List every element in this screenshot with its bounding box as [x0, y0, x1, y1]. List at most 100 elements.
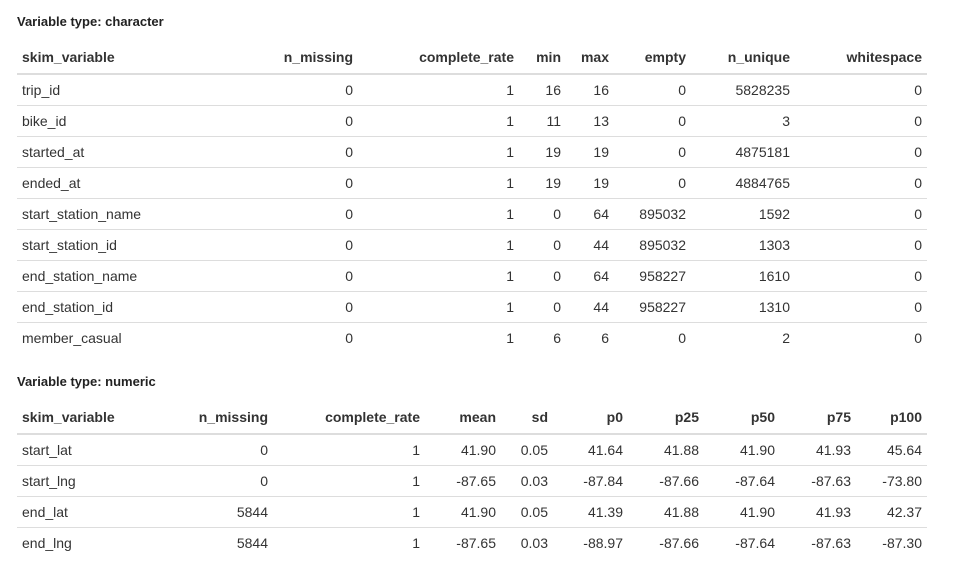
table-cell: 0	[207, 229, 358, 261]
table-cell: 0.05	[520, 442, 548, 458]
table-cell: 1610	[691, 260, 795, 292]
table-cell: 6	[519, 322, 566, 353]
table-cell: 0	[795, 136, 927, 168]
variable-name-cell: start_station_id	[17, 229, 207, 261]
table-cell: 6	[566, 322, 614, 353]
table-cell: 895032	[614, 229, 691, 261]
table-cell: 0	[519, 198, 566, 230]
table-row: bike_id 0 1 11 13 0 3 0	[17, 105, 927, 137]
column-header: p0	[553, 401, 628, 435]
table-cell: 1	[358, 260, 519, 292]
table-row: member_casual 0 1 6 6 0 2 0	[17, 322, 927, 353]
table-cell: -87.63	[780, 527, 856, 558]
table-cell: 0	[678, 82, 686, 98]
column-header: mean	[425, 401, 501, 435]
section-title-numeric: Variable type: numeric	[17, 374, 156, 389]
table-cell: 1	[273, 465, 425, 497]
column-header: p25	[628, 401, 704, 435]
table-cell: 0	[795, 198, 927, 230]
table-cell: 0	[207, 105, 358, 137]
table-cell: 1310	[691, 291, 795, 323]
table-cell: 0	[795, 105, 927, 137]
table-cell: 64	[566, 198, 614, 230]
table-cell: 64	[566, 260, 614, 292]
table-cell: 41.64	[587, 442, 623, 458]
table-cell: 41.90	[460, 442, 496, 458]
variable-name-cell: ended_at	[17, 167, 207, 199]
table-cell: 41.39	[553, 496, 628, 528]
table-row: start_station_name 0 1 0 64 895032 1592 0	[17, 198, 927, 230]
table-cell: 895032	[614, 198, 691, 230]
table-cell: 0	[519, 229, 566, 261]
table-cell: 5828235	[735, 82, 790, 98]
table-cell: 41.90	[739, 442, 775, 458]
table-cell: 1	[358, 229, 519, 261]
table-cell: 0	[795, 167, 927, 199]
character-skim-table: skim_variable n_missing complete_rate mi…	[17, 41, 927, 353]
table-cell: -87.66	[628, 527, 704, 558]
table-cell: -87.63	[780, 465, 856, 497]
table-cell: 41.88	[628, 496, 704, 528]
table-cell: 5844	[132, 496, 273, 528]
table-cell: 19	[519, 167, 566, 199]
table-cell: 958227	[614, 291, 691, 323]
table-cell: 16	[545, 82, 561, 98]
table-cell: 0.05	[501, 496, 553, 528]
table-cell: 0	[795, 229, 927, 261]
table-cell: 0	[207, 167, 358, 199]
table-row: start_lng 0 1 -87.65 0.03 -87.84 -87.66 -87.64-…	[17, 465, 927, 497]
variable-name-cell: bike_id	[17, 105, 207, 137]
table-row: start_lat 0 1 41.90 0.05 41.64 41.88 41.90 41.93…	[17, 434, 927, 466]
variable-name-cell: end_lat	[17, 496, 132, 528]
table-cell: -87.64	[704, 465, 780, 497]
table-row: started_at 0 1 19 19 0 4875181 0	[17, 136, 927, 168]
table-cell: 0	[519, 291, 566, 323]
table-cell: 0	[207, 198, 358, 230]
column-header: p50	[704, 401, 780, 435]
table-cell: -87.84	[553, 465, 628, 497]
table-cell: 5844	[132, 527, 273, 558]
variable-name-cell: end_station_id	[17, 291, 207, 323]
variable-name-cell: start_lat	[22, 442, 72, 458]
table-cell: 41.93	[780, 496, 856, 528]
table-cell: 16	[593, 82, 609, 98]
variable-name-cell: start_lng	[17, 465, 132, 497]
table-cell: 0	[614, 105, 691, 137]
table-cell: 19	[566, 136, 614, 168]
table-cell: 0	[207, 136, 358, 168]
table-cell: 0	[207, 260, 358, 292]
table-cell: 1	[273, 496, 425, 528]
column-header: whitespace	[795, 41, 927, 75]
section-title-character: Variable type: character	[17, 14, 164, 29]
table-cell: 0	[795, 291, 927, 323]
variable-name-cell: member_casual	[17, 322, 207, 353]
table-cell: 0	[795, 260, 927, 292]
variable-name-cell: end_station_name	[17, 260, 207, 292]
variable-name-cell: trip_id	[22, 82, 61, 98]
table-cell: 45.64	[886, 442, 922, 458]
column-header: skim_variable	[17, 401, 132, 435]
table-header-row: skim_variable n_missing complete_rate me…	[17, 401, 927, 435]
table-cell: 3	[691, 105, 795, 137]
table-row: end_lng 5844 1 -87.65 0.03 -88.97 -87.66 -87.64…	[17, 527, 927, 558]
table-cell: -87.64	[704, 527, 780, 558]
table-cell: 1	[358, 198, 519, 230]
table-cell: -87.65	[425, 465, 501, 497]
table-cell: 1	[358, 291, 519, 323]
column-header: max	[566, 41, 614, 75]
table-cell: 0	[260, 442, 268, 458]
table-cell: -73.80	[856, 465, 927, 497]
table-cell: -87.66	[628, 465, 704, 497]
table-row: end_station_id 0 1 0 44 958227 1310 0	[17, 291, 927, 323]
table-row: ended_at 0 1 19 19 0 4884765 0	[17, 167, 927, 199]
table-cell: 0	[795, 322, 927, 353]
column-header: p75	[780, 401, 856, 435]
table-cell: 0	[614, 167, 691, 199]
table-cell: 0	[345, 82, 353, 98]
table-cell: 41.88	[663, 442, 699, 458]
column-header: n_unique	[691, 41, 795, 75]
table-cell: 1303	[691, 229, 795, 261]
table-cell: 1	[358, 136, 519, 168]
table-row: start_station_id 0 1 0 44 895032 1303 0	[17, 229, 927, 261]
table-cell: 1	[358, 167, 519, 199]
